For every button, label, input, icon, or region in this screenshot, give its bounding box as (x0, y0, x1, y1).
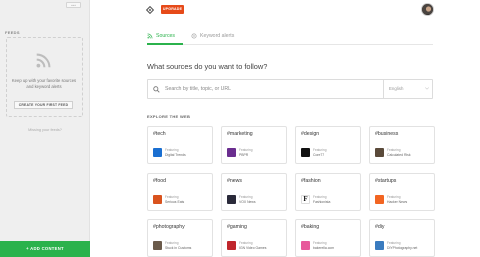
topic-tag: #marketing (227, 131, 253, 137)
featuring-label: Featuring (239, 195, 253, 199)
featured-source-name: VOX News (239, 199, 256, 204)
missing-feeds-link[interactable]: Missing your feeds? (0, 128, 90, 132)
topic-card[interactable]: #design Featuring Core77 (295, 126, 361, 164)
topic-tag: #startups (375, 178, 397, 184)
topic-tag: #fashion (301, 178, 321, 184)
search-box: Search by title, topic, or URL English (147, 79, 433, 99)
active-tab-indicator (147, 43, 183, 45)
tab-divider (147, 44, 433, 45)
topic-card[interactable]: #marketing Featuring PBPR (221, 126, 287, 164)
feedly-logo-icon[interactable] (146, 6, 154, 14)
topic-card[interactable]: #photography Featuring Stuck in Customs (147, 219, 213, 257)
collapse-sidebar-button[interactable]: ««« (66, 2, 81, 8)
source-logo-icon (375, 241, 384, 250)
source-logo-icon (375, 195, 384, 204)
topic-card[interactable]: #gaming Featuring IGN Video Games (221, 219, 287, 257)
source-logo-icon: F (301, 195, 310, 204)
source-logo-icon (301, 148, 310, 157)
featuring-label: Featuring (313, 241, 327, 245)
featured-source-name: Fashionista (313, 199, 331, 204)
featuring-label: Featuring (387, 241, 401, 245)
topic-card[interactable]: #tech Featuring Digital Trends (147, 126, 213, 164)
featured-source-name: Hacker News (387, 199, 408, 204)
featured-source-name: Digital Trends (165, 152, 186, 157)
source-logo-icon (301, 241, 310, 250)
user-avatar[interactable] (421, 3, 434, 16)
topic-tag: #photography (153, 224, 185, 230)
explore-title: EXPLORE THE WEB (147, 114, 191, 119)
featured-source-name: PBPR (239, 152, 249, 157)
source-logo-icon (227, 241, 236, 250)
topic-card[interactable]: #startups Featuring Hacker News (369, 173, 435, 211)
featured-source-name: bakerella.com (313, 245, 335, 250)
upgrade-button[interactable]: UPGRADE (161, 5, 184, 14)
chevron-down-icon (425, 87, 429, 90)
topic-card[interactable]: #food Featuring Serious Eats (147, 173, 213, 211)
featured-source-name: DIYPhotography.net (387, 245, 418, 250)
featuring-label: Featuring (387, 148, 401, 152)
source-logo-icon (375, 148, 384, 157)
featuring-label: Featuring (387, 195, 401, 199)
source-logo-icon (153, 148, 162, 157)
featuring-label: Featuring (313, 195, 327, 199)
avatar-image (422, 4, 433, 15)
featuring-label: Featuring (313, 148, 327, 152)
featured-source-name: Serious Eats (165, 199, 185, 204)
topic-card[interactable]: #news Featuring VOX News (221, 173, 287, 211)
tab-keyword-alerts-label: Keyword alerts (200, 33, 235, 39)
empty-feeds-message: Keep up with your favorite sources and k… (11, 78, 77, 89)
rss-icon (36, 53, 51, 68)
search-input[interactable]: Search by title, topic, or URL (165, 86, 231, 92)
topic-tag: #baking (301, 224, 320, 230)
tab-sources[interactable]: Sources (147, 33, 175, 39)
alert-icon (191, 33, 197, 39)
topic-card[interactable]: #business Featuring Calculated Risk (369, 126, 435, 164)
search-icon (153, 86, 160, 93)
featured-source-name: Calculated Risk (387, 152, 411, 157)
topic-card[interactable]: #diy Featuring DIYPhotography.net (369, 219, 435, 257)
featuring-label: Featuring (165, 148, 179, 152)
feeds-title: FEEDS (5, 30, 20, 35)
page-title: What sources do you want to follow? (147, 62, 268, 71)
source-logo-icon (153, 195, 162, 204)
source-logo-icon (227, 195, 236, 204)
topic-tag: #business (375, 131, 399, 137)
language-select[interactable]: English (383, 80, 433, 98)
source-logo-icon (153, 241, 162, 250)
topic-tag: #food (153, 178, 166, 184)
featured-source-name: Stuck in Customs (165, 245, 192, 250)
featuring-label: Featuring (165, 241, 179, 245)
topic-tag: #tech (153, 131, 166, 137)
source-logo-icon (227, 148, 236, 157)
rss-icon (147, 33, 153, 39)
topic-card[interactable]: #fashion F Featuring Fashionista (295, 173, 361, 211)
featured-source-name: IGN Video Games (239, 245, 267, 250)
tab-keyword-alerts[interactable]: Keyword alerts (191, 33, 234, 39)
sidebar: ««« FEEDS Keep up with your favorite sou… (0, 0, 90, 257)
featuring-label: Featuring (239, 241, 253, 245)
featured-source-name: Core77 (313, 152, 325, 157)
featuring-label: Featuring (165, 195, 179, 199)
topic-card[interactable]: #baking Featuring bakerella.com (295, 219, 361, 257)
create-first-feed-button[interactable]: CREATE YOUR FIRST FEED (14, 101, 73, 109)
topic-tag: #diy (375, 224, 385, 230)
add-content-button[interactable]: + ADD CONTENT (0, 241, 90, 257)
topic-tag: #gaming (227, 224, 247, 230)
topic-tag: #design (301, 131, 320, 137)
featuring-label: Featuring (239, 148, 253, 152)
language-select-value: English (389, 86, 404, 91)
tab-sources-label: Sources (156, 33, 176, 39)
topic-tag: #news (227, 178, 242, 184)
